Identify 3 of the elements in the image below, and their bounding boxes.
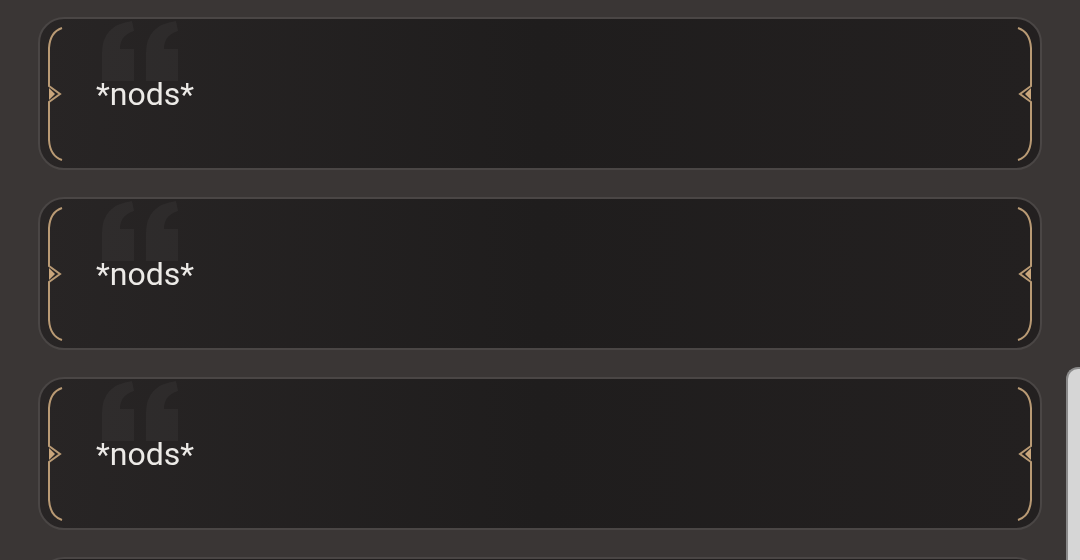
dialogue-option[interactable]: *nods* — [38, 197, 1042, 350]
dialogue-option[interactable]: *nods* — [38, 17, 1042, 170]
dialogue-option[interactable]: *nods* — [38, 377, 1042, 530]
